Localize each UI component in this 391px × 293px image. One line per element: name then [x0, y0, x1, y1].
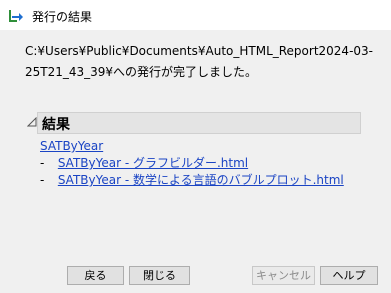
completion-message: C:¥Users¥Public¥Documents¥Auto_HTML_Repo…	[25, 41, 375, 83]
graph-builder-link[interactable]: SATByYear - グラフビルダー.html	[58, 156, 248, 170]
results-section-header: 結果	[27, 112, 361, 134]
list-item: - SATByYear - 数学による言語のバブルプロット.html	[40, 171, 344, 188]
list-bullet: -	[40, 156, 45, 170]
bubble-plot-link[interactable]: SATByYear - 数学による言語のバブルプロット.html	[58, 173, 344, 187]
message-line-1: C:¥Users¥Public¥Documents¥Auto_HTML_Repo…	[25, 44, 373, 58]
main-report-link[interactable]: SATByYear	[40, 139, 103, 153]
results-header-label: 結果	[42, 117, 70, 133]
message-line-2: 25T21_43_39¥への発行が完了しました。	[25, 65, 258, 79]
list-item: - SATByYear - グラフビルダー.html	[40, 154, 248, 171]
list-bullet: -	[40, 173, 45, 187]
title-bar: 発行の結果	[0, 0, 391, 30]
back-button[interactable]: 戻る	[67, 266, 124, 285]
publish-app-icon	[9, 10, 23, 22]
cancel-button[interactable]: キャンセル	[252, 266, 315, 285]
results-header-bar: 結果	[37, 112, 361, 134]
disclosure-triangle-icon[interactable]	[27, 117, 37, 127]
window-title: 発行の結果	[32, 10, 93, 24]
help-button[interactable]: ヘルプ	[320, 266, 378, 285]
close-button[interactable]: 閉じる	[129, 266, 190, 285]
